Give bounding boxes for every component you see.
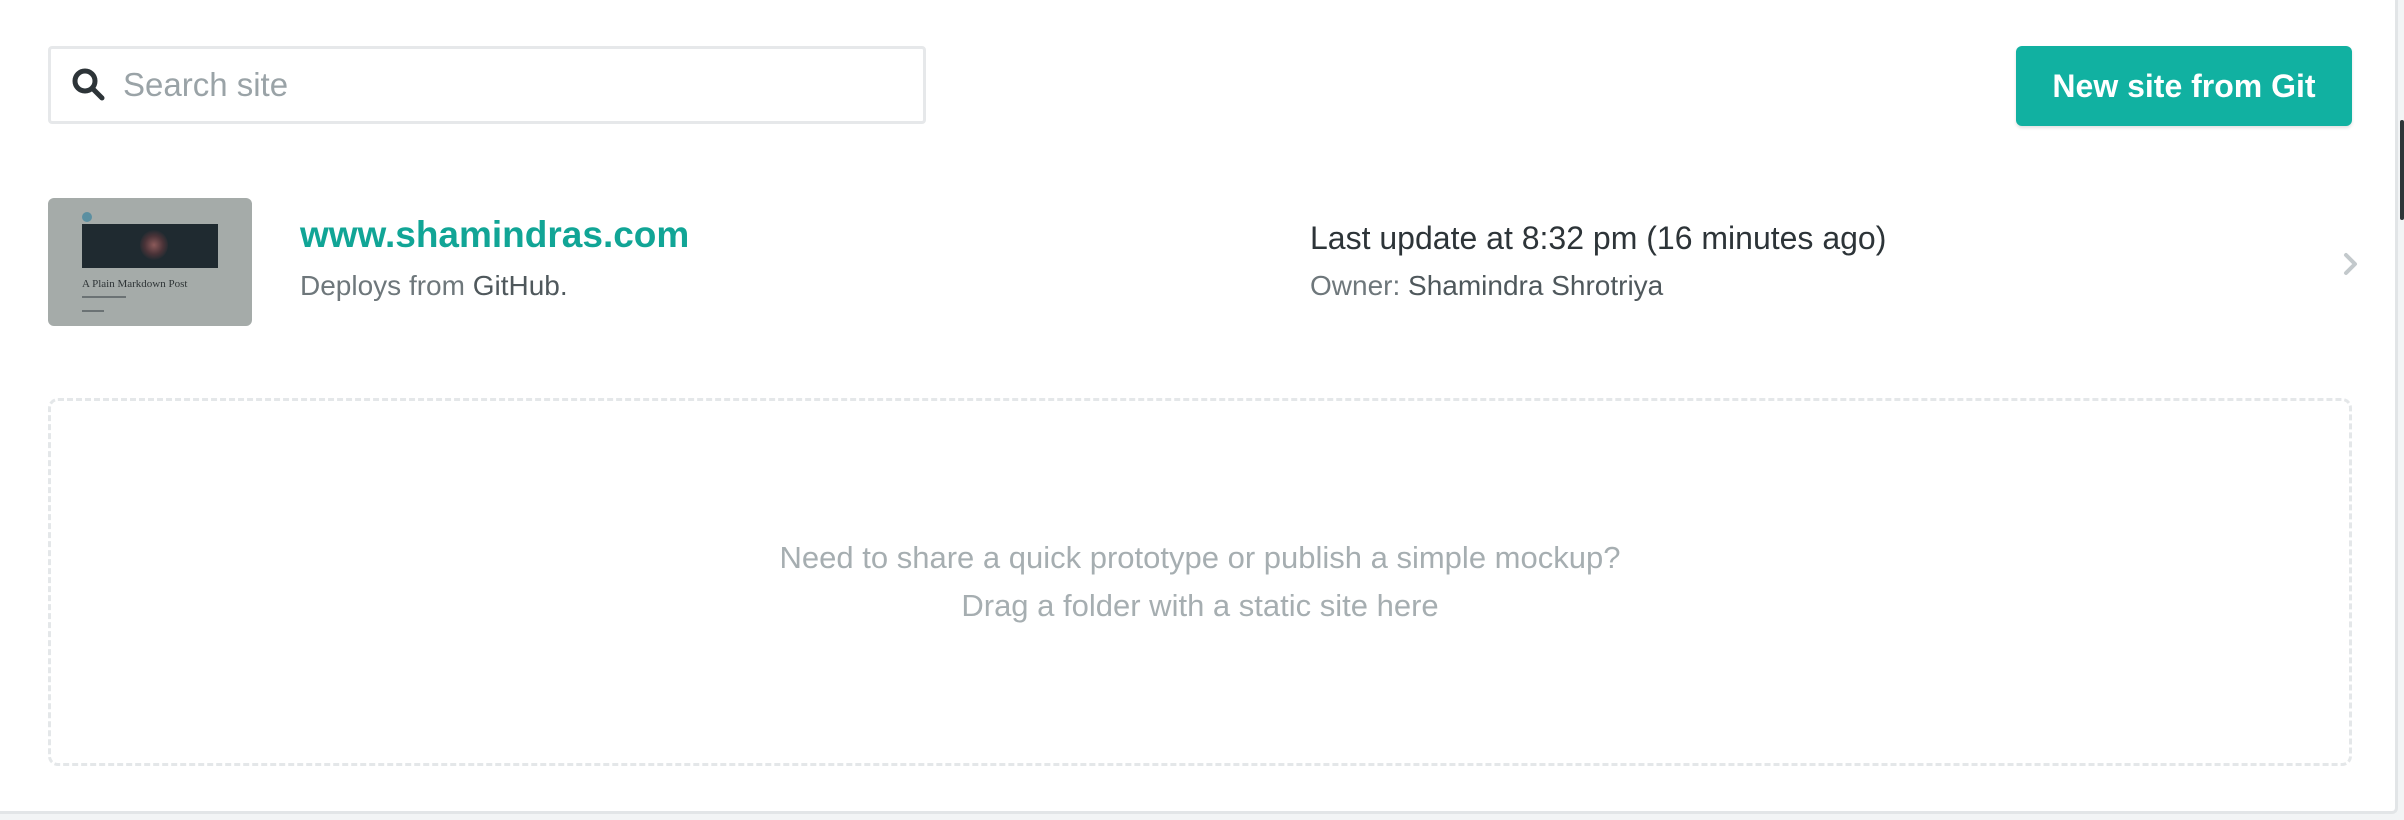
site-list-item[interactable]: A Plain Markdown Post www.shamindras.com… — [48, 198, 2364, 326]
deploy-source: GitHub. — [472, 270, 568, 301]
thumbnail-text-line — [82, 310, 104, 312]
dropzone-line-1: Need to share a quick prototype or publi… — [779, 540, 1621, 575]
search-input[interactable] — [123, 49, 923, 121]
scrollbar-thumb[interactable] — [2400, 120, 2404, 220]
last-update-text: Last update at 8:32 pm (16 minutes ago) — [1310, 220, 1887, 256]
thumbnail-title: A Plain Markdown Post — [82, 278, 188, 290]
site-name-link[interactable]: www.shamindras.com — [300, 214, 689, 256]
owner-label: Owner: — [1310, 270, 1401, 301]
site-thumbnail[interactable]: A Plain Markdown Post — [48, 198, 252, 326]
owner-info: Owner: Shamindra Shrotriya — [1310, 270, 1663, 302]
drag-and-drop-zone[interactable]: Need to share a quick prototype or publi… — [48, 398, 2352, 766]
thumbnail-logo-dot — [82, 212, 92, 222]
chevron-right-icon[interactable] — [2340, 250, 2362, 278]
thumbnail-text-line — [82, 296, 126, 298]
search-box[interactable] — [48, 46, 926, 124]
thumbnail-banner-image — [82, 224, 218, 268]
thumbnail-glow — [140, 230, 168, 260]
new-site-from-git-button[interactable]: New site from Git — [2016, 46, 2352, 126]
sites-panel: New site from Git A Plain Markdown Post … — [0, 0, 2398, 814]
dropzone-line-2: Drag a folder with a static site here — [961, 588, 1439, 623]
deploy-info: Deploys from GitHub. — [300, 270, 568, 302]
owner-name: Shamindra Shrotriya — [1408, 270, 1664, 301]
search-icon — [72, 68, 105, 101]
deploy-prefix: Deploys from — [300, 270, 465, 301]
